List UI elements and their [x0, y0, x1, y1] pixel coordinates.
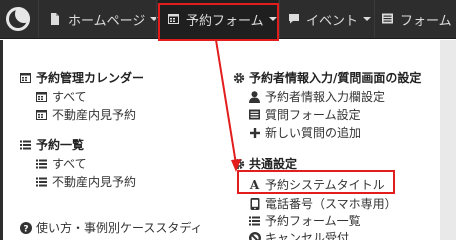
calendar-item-all-label: すべて — [52, 90, 87, 104]
list-section-heading: 予約一覧 — [19, 136, 84, 153]
common-item-form-list-label: 予約フォーム一覧 — [265, 214, 361, 228]
calendar-item-all[interactable]: すべて — [35, 88, 87, 105]
common-item-system-title[interactable]: A 予約システムタイトル — [248, 176, 385, 193]
booker-item-add-question-label: 新しい質問の追加 — [265, 126, 362, 140]
list-icon — [248, 215, 261, 227]
panel-edge — [0, 40, 3, 240]
common-item-cancel[interactable]: キャンセル受付 — [248, 229, 349, 240]
question-circle-icon: ? — [19, 221, 32, 234]
nav-divider — [279, 0, 280, 38]
gear-icon — [232, 72, 245, 84]
file-icon — [50, 13, 63, 25]
list-icon — [35, 158, 48, 170]
list-item-all-label: すべて — [52, 157, 87, 171]
calendar-icon — [35, 109, 48, 121]
booker-item-input-settings-label: 予約者情報入力欄設定 — [265, 90, 386, 104]
gear-icon — [232, 158, 245, 170]
chevron-down-icon — [363, 17, 372, 21]
list-item-realestate-label: 不動産内見予約 — [52, 175, 137, 189]
calendar-icon — [19, 72, 32, 84]
list-icon — [19, 139, 32, 151]
list-item-realestate[interactable]: 不動産内見予約 — [35, 173, 136, 190]
calendar-icon — [35, 91, 48, 103]
list-alt-icon — [248, 109, 261, 121]
ban-icon — [248, 231, 261, 240]
comment-icon — [288, 13, 301, 25]
list-section-title: 予約一覧 — [36, 138, 85, 152]
plus-icon — [248, 127, 261, 139]
booker-item-input-settings[interactable]: 予約者情報入力欄設定 — [248, 88, 385, 105]
nav-divider — [156, 0, 157, 38]
nav-divider — [374, 0, 375, 38]
calendar-section-title: 予約管理カレンダー — [36, 71, 145, 85]
nav-homepage[interactable]: ホームページ — [50, 0, 159, 38]
nav-divider — [38, 0, 39, 38]
booker-item-add-question[interactable]: 新しい質問の追加 — [248, 124, 361, 141]
common-item-phone[interactable]: 電話番号（スマホ専用） — [248, 195, 397, 212]
calendar-icon — [168, 13, 181, 25]
common-section-heading: 共通設定 — [232, 155, 297, 172]
list-item-all[interactable]: すべて — [35, 155, 87, 172]
common-item-cancel-label: キャンセル受付 — [265, 231, 350, 240]
list-icon — [382, 13, 395, 25]
nav-reservation-form-label: 予約フォーム — [186, 13, 264, 29]
nav-reservation-form[interactable]: 予約フォーム — [158, 0, 278, 38]
nav-homepage-label: ホームページ — [68, 13, 146, 29]
calendar-section-heading: 予約管理カレンダー — [19, 69, 144, 86]
help-link-label: 使い方・事例別ケーススタディ — [36, 221, 203, 235]
booker-section-title: 予約者情報入力/質問画面の設定 — [249, 71, 422, 85]
svg-text:?: ? — [23, 224, 28, 234]
common-section-title: 共通設定 — [249, 157, 298, 171]
user-icon — [248, 90, 261, 103]
calendar-item-realestate-label: 不動産内見予約 — [52, 108, 137, 122]
common-item-system-title-label: 予約システムタイトル — [265, 178, 385, 192]
logo-icon[interactable] — [6, 7, 30, 31]
panel-shadow — [440, 40, 456, 240]
booker-item-question-form[interactable]: 質問フォーム設定 — [248, 106, 361, 123]
nav-event-label: イベント — [306, 13, 359, 29]
nav-event[interactable]: イベント — [288, 0, 372, 38]
chevron-down-icon — [268, 17, 277, 21]
nav-form-label: フォーム — [400, 13, 452, 29]
help-link[interactable]: ? 使い方・事例別ケーススタディ — [19, 219, 203, 236]
top-navbar: ホームページ 予約フォーム イベント フォーム — [0, 0, 456, 39]
booker-item-question-form-label: 質問フォーム設定 — [265, 108, 361, 122]
common-item-phone-label: 電話番号（スマホ専用） — [265, 197, 397, 211]
nav-form[interactable]: フォーム — [382, 0, 456, 38]
calendar-item-realestate[interactable]: 不動産内見予約 — [35, 106, 136, 123]
common-item-form-list[interactable]: 予約フォーム一覧 — [248, 212, 361, 229]
phone-icon — [248, 197, 261, 210]
list-icon — [35, 176, 48, 188]
font-icon: A — [249, 177, 260, 192]
booker-section-heading: 予約者情報入力/質問画面の設定 — [232, 69, 421, 86]
